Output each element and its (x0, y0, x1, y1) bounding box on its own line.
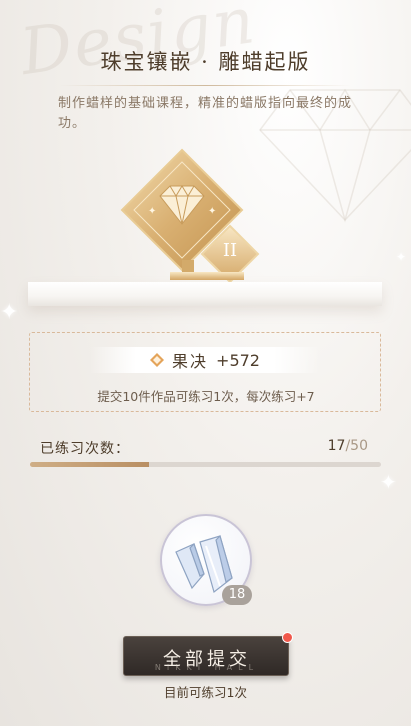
progress-label: 已练习次数： (40, 441, 130, 457)
svg-text:✦: ✦ (148, 206, 156, 217)
reward-stat-value: +572 (216, 350, 260, 370)
title-divider (60, 85, 351, 86)
sparkle-icon: ✦ (396, 250, 407, 264)
notification-dot (282, 632, 293, 643)
decisiveness-icon (150, 353, 165, 367)
course-description: 制作蜡样的基础课程，精准的蜡版指向最终的成功。 (58, 96, 353, 131)
reward-rule-text: 提交10件作品可练习1次，每次练习+7 (97, 389, 315, 404)
page-title: 珠宝镶嵌 · 雕蜡起版 (100, 50, 311, 74)
remaining-practice-text: 目前可练习1次 (164, 685, 247, 700)
progress-total: 50 (350, 438, 368, 454)
display-shelf (28, 282, 382, 306)
sparkle-icon: ✦ (0, 300, 19, 325)
progress-current: 17 (327, 438, 346, 454)
reward-panel: 果决 +572 提交10件作品可练习1次，每次练习+7 (29, 332, 381, 412)
submit-all-button[interactable]: 全部提交 NIKKI HALL (123, 636, 289, 676)
diamond-trophy-icon: ✦ ✦ II (120, 148, 270, 288)
svg-text:✦: ✦ (208, 206, 216, 217)
item-count-badge: 18 (222, 585, 252, 605)
rank-label: II (222, 240, 238, 261)
progress-bar (30, 462, 381, 467)
progress-bar-fill (30, 462, 150, 467)
progress-count: 17/50 (328, 438, 368, 454)
reward-pill: 果决 +572 (90, 347, 320, 373)
sparkle-icon: ✦ (380, 470, 397, 494)
submit-watermark-text: NIKKI HALL (154, 663, 260, 672)
reward-stat-name: 果决 (172, 352, 209, 371)
